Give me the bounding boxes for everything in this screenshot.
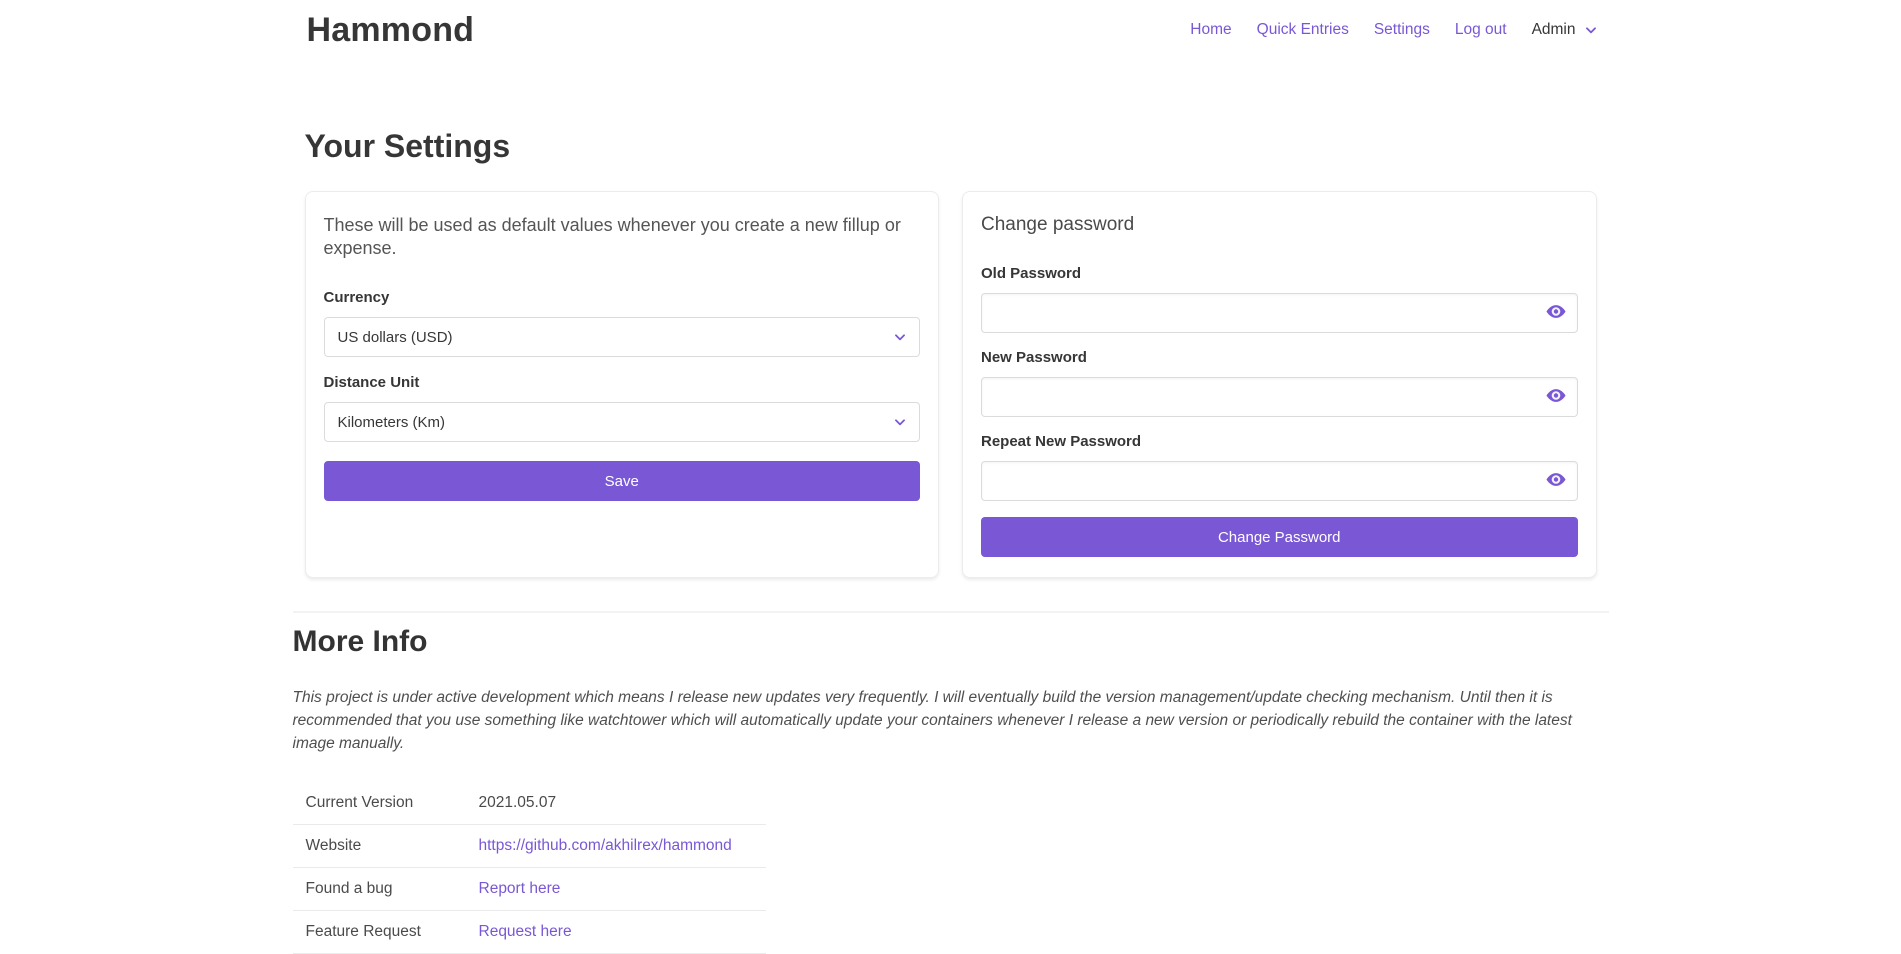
eye-icon	[1545, 301, 1567, 326]
change-password-title: Change password	[981, 214, 1578, 236]
main-content: Your Settings These will be used as defa…	[292, 60, 1610, 954]
defaults-intro-text: These will be used as default values whe…	[324, 214, 916, 259]
currency-select[interactable]: US dollars (USD)	[324, 317, 921, 357]
old-password-field: Old Password	[981, 265, 1578, 333]
distance-unit-field: Distance Unit Kilometers (Km)	[324, 374, 921, 442]
table-row: Current Version 2021.05.07	[293, 782, 766, 825]
distance-unit-select[interactable]: Kilometers (Km)	[324, 402, 921, 442]
row-label: Website	[293, 825, 466, 868]
chevron-down-icon	[1584, 23, 1598, 37]
table-row: Feature Request Request here	[293, 911, 766, 954]
row-value: https://github.com/akhilrex/hammond	[466, 825, 766, 868]
development-note: This project is under active development…	[293, 686, 1609, 755]
new-password-field: New Password	[981, 349, 1578, 417]
nav-item-logout[interactable]: Log out	[1455, 21, 1507, 39]
toggle-password-visibility-button[interactable]	[1543, 467, 1569, 496]
website-link[interactable]: https://github.com/akhilrex/hammond	[479, 837, 732, 854]
old-password-input[interactable]	[981, 293, 1578, 333]
more-info-section: More Info This project is under active d…	[292, 611, 1610, 954]
repeat-password-label: Repeat New Password	[981, 433, 1578, 450]
eye-icon	[1545, 469, 1567, 494]
toggle-password-visibility-button[interactable]	[1543, 299, 1569, 328]
section-divider	[293, 611, 1609, 613]
row-value: Report here	[466, 868, 766, 911]
change-password-button[interactable]: Change Password	[981, 517, 1578, 557]
table-row: Found a bug Report here	[293, 868, 766, 911]
toggle-password-visibility-button[interactable]	[1543, 383, 1569, 412]
currency-field: Currency US dollars (USD)	[324, 289, 921, 357]
distance-unit-label: Distance Unit	[324, 374, 921, 391]
save-button[interactable]: Save	[324, 461, 921, 501]
current-version-value: 2021.05.07	[466, 782, 766, 825]
more-info-table: Current Version 2021.05.07 Website https…	[293, 782, 766, 954]
defaults-card: These will be used as default values whe…	[305, 191, 940, 578]
row-label: Found a bug	[293, 868, 466, 911]
main-nav: Home Quick Entries Settings Log out Admi…	[1190, 21, 1609, 39]
top-navbar: Hammond Home Quick Entries Settings Log …	[0, 0, 1901, 60]
nav-item-settings[interactable]: Settings	[1374, 21, 1430, 39]
old-password-label: Old Password	[981, 265, 1578, 282]
user-menu-label: Admin	[1532, 21, 1576, 39]
nav-item-home[interactable]: Home	[1190, 21, 1231, 39]
row-label: Feature Request	[293, 911, 466, 954]
feature-request-link[interactable]: Request here	[479, 923, 572, 940]
row-value: Request here	[466, 911, 766, 954]
page-title: Your Settings	[305, 128, 1597, 165]
nav-item-quick-entries[interactable]: Quick Entries	[1257, 21, 1349, 39]
report-bug-link[interactable]: Report here	[479, 880, 561, 897]
settings-cards-row: These will be used as default values whe…	[305, 191, 1597, 578]
new-password-label: New Password	[981, 349, 1578, 366]
brand-logo[interactable]: Hammond	[292, 11, 475, 50]
repeat-password-field: Repeat New Password	[981, 433, 1578, 501]
more-info-title: More Info	[293, 625, 1609, 659]
row-label: Current Version	[293, 782, 466, 825]
user-menu-admin[interactable]: Admin	[1532, 21, 1598, 39]
settings-section: Your Settings These will be used as defa…	[292, 60, 1610, 578]
new-password-input[interactable]	[981, 377, 1578, 417]
table-row: Website https://github.com/akhilrex/hamm…	[293, 825, 766, 868]
change-password-card: Change password Old Password	[962, 191, 1597, 578]
eye-icon	[1545, 385, 1567, 410]
repeat-password-input[interactable]	[981, 461, 1578, 501]
currency-label: Currency	[324, 289, 921, 306]
